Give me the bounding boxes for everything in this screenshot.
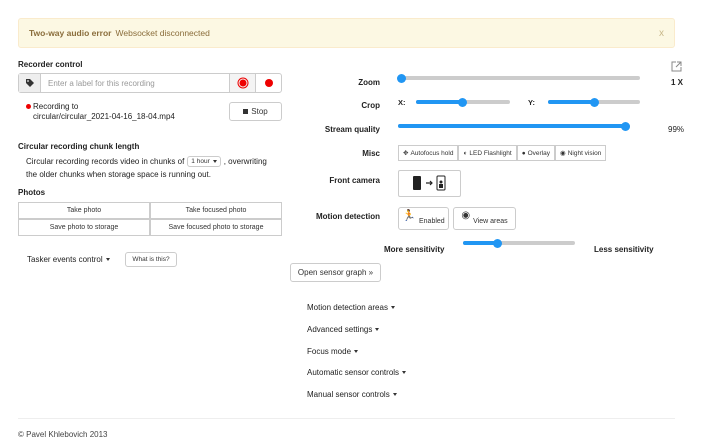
autofocus-label: Autofocus hold [410, 149, 454, 157]
chevron-down-icon [402, 371, 407, 375]
chunk-heading: Circular recording chunk length [18, 142, 140, 151]
take-photo-button[interactable]: Take photo [18, 202, 150, 219]
save-photo-button[interactable]: Save photo to storage [18, 219, 150, 236]
motion-detection-label: Motion detection [316, 212, 380, 221]
flashlight-icon: ◐ [463, 149, 468, 157]
chevron-down-icon [105, 258, 110, 261]
chunk-select-value: 1 hour [191, 158, 210, 165]
menu-advanced-settings[interactable]: Advanced settings [307, 325, 380, 334]
eye-icon: ◉ [461, 210, 471, 221]
tasker-dropdown[interactable]: Tasker events control [27, 255, 110, 264]
overlay-label: Overlay [527, 149, 551, 157]
motion-enabled-label: Enabled [419, 218, 445, 225]
overlay-icon: ● [521, 149, 526, 157]
view-areas-label: View areas [473, 218, 508, 225]
menu-label: Advanced settings [307, 325, 373, 334]
overlay-button[interactable]: ● Overlay [516, 145, 556, 161]
chevron-down-icon [390, 306, 395, 310]
night-vision-label: Night vision [567, 149, 602, 157]
save-focused-photo-button[interactable]: Save focused photo to storage [150, 219, 282, 236]
crop-y-slider[interactable] [548, 97, 640, 107]
chevron-down-icon [212, 160, 217, 163]
stream-quality-value: 99% [668, 125, 685, 134]
tasker-label: Tasker events control [27, 255, 103, 264]
footer-divider [18, 418, 675, 419]
recording-status: Recording to circular/circular_2021-04-1… [26, 102, 175, 122]
alert-message: Websocket disconnected [115, 28, 210, 38]
eye-icon: ◉ [560, 150, 566, 157]
menu-label: Focus mode [307, 347, 352, 356]
stop-icon [243, 109, 249, 114]
tag-icon[interactable] [19, 74, 41, 92]
front-camera-toggle[interactable] [398, 170, 461, 197]
zoom-label: Zoom [358, 78, 380, 87]
recording-label-input[interactable]: Enter a label for this recording [41, 74, 229, 92]
more-sensitivity-label: More sensitivity [384, 245, 445, 254]
take-focused-photo-button[interactable]: Take focused photo [150, 202, 282, 219]
chunk-text: Circular recording records video in chun… [26, 155, 286, 181]
autofocus-hold-button[interactable]: ✥ Autofocus hold [398, 145, 459, 161]
zoom-value: 1 X [671, 78, 684, 87]
alert-banner: Two-way audio error Websocket disconnect… [18, 18, 675, 48]
stop-button[interactable]: Stop [229, 102, 282, 121]
recording-file: circular/circular_2021-04-16_18-04.mp4 [33, 112, 175, 121]
misc-label: Misc [362, 149, 380, 158]
flashlight-label: LED Flashlight [469, 149, 512, 157]
sensitivity-slider[interactable] [463, 238, 575, 248]
recorder-heading: Recorder control [18, 60, 83, 69]
crop-y-label: Y: [528, 98, 535, 107]
photo-buttons: Take photo Take focused photo Save photo… [18, 202, 282, 236]
record-icon[interactable] [229, 74, 255, 92]
camera-switch-icon [405, 174, 455, 194]
motion-enabled-button[interactable]: 🏃 Enabled [398, 207, 449, 230]
external-link-icon[interactable] [671, 61, 682, 74]
open-sensor-graph-button[interactable]: Open sensor graph » [290, 263, 381, 282]
chunk-text-after: , overwriting [223, 157, 267, 166]
led-flashlight-button[interactable]: ◐ LED Flashlight [458, 145, 517, 161]
menu-label: Motion detection areas [307, 303, 388, 312]
view-areas-button[interactable]: ◉ View areas [453, 207, 516, 230]
menu-manual-sensor-controls[interactable]: Manual sensor controls [307, 390, 397, 399]
footer-copyright: © Pavel Khlebovich 2013 [18, 430, 108, 439]
night-vision-button[interactable]: ◉ Night vision [555, 145, 607, 161]
stop-label: Stop [251, 107, 268, 116]
crop-x-slider[interactable] [416, 97, 510, 107]
recording-dot-icon [26, 104, 31, 109]
what-is-this-button[interactable]: What is this? [125, 252, 177, 267]
recording-to-label: Recording to [33, 102, 79, 111]
menu-label: Automatic sensor controls [307, 368, 400, 377]
stream-quality-label: Stream quality [324, 125, 380, 134]
chunk-text-line2: the older chunks when storage space is r… [26, 170, 212, 179]
running-person-icon: 🏃 [402, 210, 416, 222]
recording-label-group: Enter a label for this recording [18, 73, 282, 93]
menu-focus-mode[interactable]: Focus mode [307, 347, 359, 356]
zoom-slider[interactable] [397, 73, 640, 83]
record-button[interactable] [255, 74, 281, 92]
alert-close-button[interactable]: x [659, 28, 664, 39]
crop-label: Crop [361, 101, 380, 110]
menu-motion-detection-areas[interactable]: Motion detection areas [307, 303, 395, 312]
stream-quality-slider[interactable] [398, 121, 630, 131]
front-camera-label: Front camera [329, 176, 380, 185]
autofocus-icon: ✥ [403, 150, 409, 157]
chevron-down-icon [392, 393, 397, 397]
chunk-text-before: Circular recording records video in chun… [26, 157, 185, 166]
alert-title: Two-way audio error [29, 28, 112, 38]
less-sensitivity-label: Less sensitivity [594, 245, 654, 254]
menu-automatic-sensor-controls[interactable]: Automatic sensor controls [307, 368, 407, 377]
photos-heading: Photos [18, 188, 46, 197]
misc-buttons: ✥ Autofocus hold ◐ LED Flashlight ● Overlay… [398, 145, 607, 161]
chevron-down-icon [354, 350, 359, 354]
menu-label: Manual sensor controls [307, 390, 390, 399]
crop-x-label: X: [398, 98, 406, 107]
chevron-down-icon [375, 328, 380, 332]
chunk-select[interactable]: 1 hour [187, 156, 221, 167]
